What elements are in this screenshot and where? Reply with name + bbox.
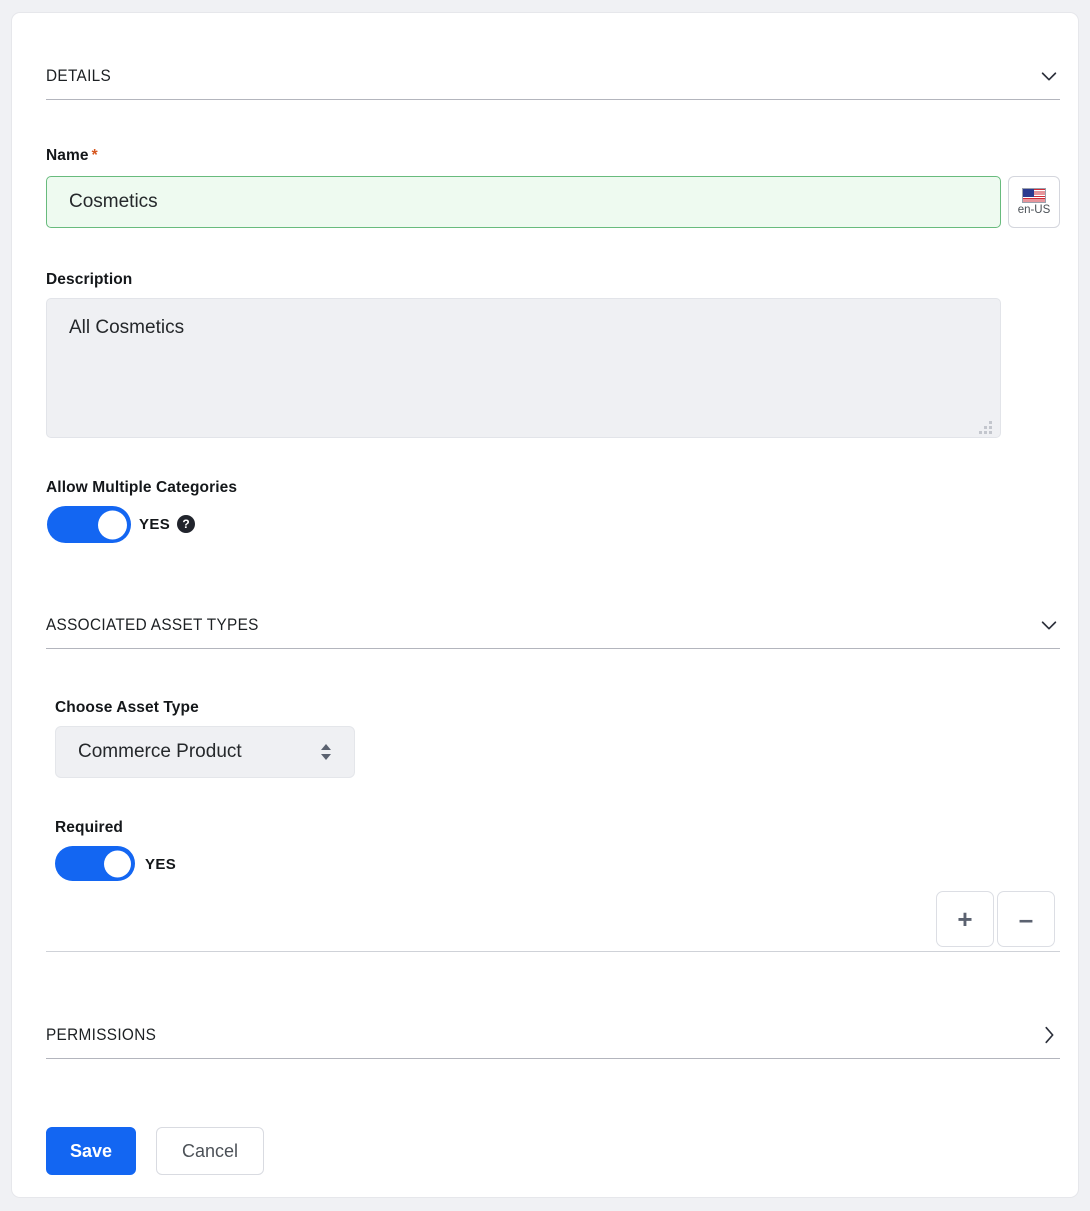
allow-multiple-categories-toggle-value: YES bbox=[139, 516, 171, 533]
toggle-knob bbox=[104, 850, 131, 877]
description-textarea[interactable] bbox=[46, 298, 1001, 438]
section-header-permissions[interactable]: PERMISSIONS bbox=[46, 1024, 1060, 1059]
required-toggle-value: YES bbox=[145, 856, 177, 873]
us-flag-icon bbox=[1022, 187, 1046, 203]
save-button[interactable]: Save bbox=[46, 1127, 136, 1175]
name-locale-button[interactable]: en-US bbox=[1008, 176, 1060, 228]
allow-multiple-categories-label: Allow Multiple Categories bbox=[46, 479, 238, 496]
cancel-button[interactable]: Cancel bbox=[156, 1127, 264, 1175]
choose-asset-type-value: Commerce Product bbox=[78, 741, 242, 762]
name-label: Name * bbox=[46, 147, 98, 165]
name-locale-label: en-US bbox=[1017, 203, 1051, 216]
choose-asset-type-select[interactable]: Commerce Product bbox=[55, 726, 355, 778]
add-asset-type-button[interactable]: + bbox=[936, 891, 994, 947]
chevron-down-icon[interactable] bbox=[1038, 65, 1060, 87]
help-icon[interactable]: ? bbox=[177, 515, 195, 533]
choose-asset-type-label: Choose Asset Type bbox=[55, 699, 199, 716]
toggle-knob bbox=[98, 510, 127, 539]
name-label-text: Name bbox=[46, 147, 89, 164]
section-header-details[interactable]: DETAILS bbox=[46, 65, 1060, 100]
chevron-down-icon[interactable] bbox=[1038, 614, 1060, 636]
chevron-right-icon[interactable] bbox=[1038, 1024, 1060, 1046]
required-asterisk: * bbox=[91, 147, 98, 164]
select-updown-arrows-icon bbox=[320, 742, 332, 762]
allow-multiple-categories-toggle[interactable] bbox=[47, 506, 131, 543]
section-title-permissions: PERMISSIONS bbox=[46, 1025, 157, 1044]
section-title-associated-asset-types: ASSOCIATED ASSET TYPES bbox=[46, 615, 259, 634]
section-title-details: DETAILS bbox=[46, 66, 112, 85]
asset-type-divider bbox=[46, 951, 1060, 952]
name-input[interactable] bbox=[46, 176, 1001, 228]
section-header-associated-asset-types[interactable]: ASSOCIATED ASSET TYPES bbox=[46, 614, 1060, 649]
remove-asset-type-button[interactable]: – bbox=[997, 891, 1055, 947]
form-card: DETAILS Name* en-US Description Allow Mu… bbox=[11, 12, 1079, 1198]
required-toggle[interactable] bbox=[55, 846, 135, 881]
description-label: Description bbox=[46, 271, 133, 288]
required-label: Required bbox=[55, 819, 123, 836]
